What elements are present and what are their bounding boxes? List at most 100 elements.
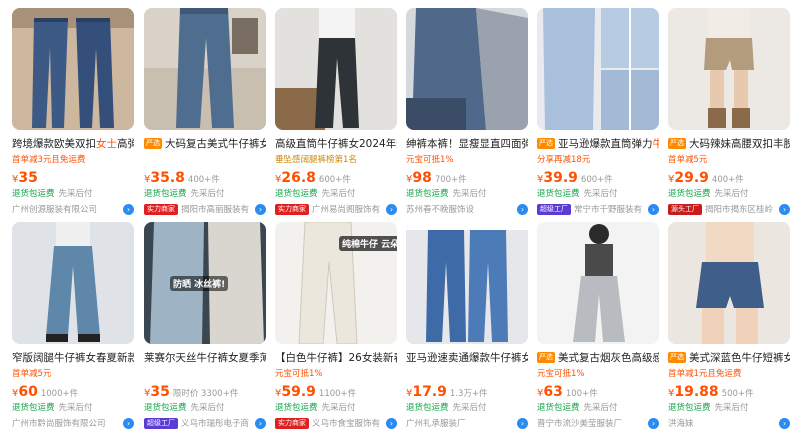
- price-row: ¥26.8 600+件: [275, 170, 351, 186]
- product-title[interactable]: 绅裤本裤！显瘦显直四面弹: [406, 136, 528, 152]
- more-icon[interactable]: ›: [386, 418, 397, 429]
- service-row: 退货包运费 先采后付: [668, 403, 749, 413]
- promo-text: 分享再减18元: [537, 155, 591, 165]
- shop-badge: 超级工厂: [144, 418, 178, 429]
- product-card[interactable]: 纯棉牛仔 云朵裤 【白色牛仔裤】26女装新春 元宝可抵1% ¥59.91100+…: [275, 222, 397, 430]
- product-image[interactable]: [668, 8, 790, 130]
- product-title[interactable]: 严选 美式深蓝色牛仔短裤女: [668, 350, 790, 366]
- more-icon[interactable]: ›: [648, 204, 659, 215]
- shop-row[interactable]: 广州创源服装有限公司: [12, 204, 134, 216]
- product-image[interactable]: [537, 8, 659, 130]
- price: 19.88: [674, 384, 719, 400]
- product-image[interactable]: [275, 8, 397, 130]
- more-icon[interactable]: ›: [648, 418, 659, 429]
- shop-row[interactable]: 苏州春不晚服饰设: [406, 204, 528, 216]
- shop-name: 广州礼承服装厂: [406, 419, 466, 429]
- service-row: 退货包运费 先采后付: [12, 189, 93, 199]
- shop-badge: 实力商家: [275, 204, 309, 215]
- product-card[interactable]: 严选 大码复古美式牛仔裤女 ¥35.8 400+件 退货包运费 先采后付 实力商家 揭阳…: [144, 8, 266, 216]
- product-image[interactable]: [12, 8, 134, 130]
- price-row: ¥35: [12, 170, 38, 186]
- sold-count: 500+件: [721, 389, 754, 399]
- product-image[interactable]: [406, 8, 528, 130]
- product-image[interactable]: [12, 222, 134, 344]
- shop-row[interactable]: 超级工厂 义乌市瑞彤电子商: [144, 418, 266, 430]
- product-title[interactable]: 窄版阔腿牛仔裤女春夏新款: [12, 350, 134, 366]
- product-card[interactable]: 亚马逊速卖通爆款牛仔裤女 ¥17.9 1.3万+件 退货包运费 先采后付 广州礼承服…: [406, 222, 528, 430]
- product-card[interactable]: 严选 美式复古烟灰色高级感 元宝可抵1% ¥63 100+件 退货包运费 先采后付 晋…: [537, 222, 659, 430]
- sold-count: 400+件: [187, 175, 220, 185]
- product-title[interactable]: 严选 大码复古美式牛仔裤女: [144, 136, 266, 152]
- product-card[interactable]: 严选 大码辣妹高腰双扣丰腴 首单减5元 ¥29.9 400+件 退货包运费 先采后付 …: [668, 8, 790, 216]
- more-icon[interactable]: ›: [123, 418, 134, 429]
- shop-row[interactable]: 实力商家 义乌市食宝服饰有: [275, 418, 397, 430]
- product-card[interactable]: 防晒 冰丝裤! 莱赛尔天丝牛仔裤女夏季薄 ¥35 限时价 3300+件 退货包运费…: [144, 222, 266, 430]
- more-icon[interactable]: ›: [255, 418, 266, 429]
- product-card[interactable]: 窄版阔腿牛仔裤女春夏新款 首单减5元 ¥60 1000+件 退货包运费 先采后付 广…: [12, 222, 134, 430]
- product-image[interactable]: [144, 8, 266, 130]
- tag-badge: 严选: [668, 138, 686, 149]
- product-card[interactable]: 高级直筒牛仔裤女2024年爆 垂坠感阔腿裤榜第1名 ¥26.8 600+件 退货包…: [275, 8, 397, 216]
- shop-row[interactable]: 源头工厂 揭阳市揭东区桂岭: [668, 204, 790, 216]
- shop-badge: 实力商家: [144, 204, 178, 215]
- price-row: ¥63 100+件: [537, 384, 598, 400]
- product-card[interactable]: 严选 亚马逊爆款直筒弹力牛 分享再减18元 ¥39.9 600+件 退货包运费 先采后…: [537, 8, 659, 216]
- more-icon[interactable]: ›: [255, 204, 266, 215]
- product-title[interactable]: 严选 美式复古烟灰色高级感: [537, 350, 659, 366]
- price: 98: [412, 170, 432, 186]
- price: 17.9: [412, 384, 447, 400]
- product-image[interactable]: 纯棉牛仔 云朵裤: [275, 222, 397, 344]
- service-row: 退货包运费 先采后付: [537, 403, 618, 413]
- shop-name: 揭阳市揭东区桂岭: [705, 205, 774, 215]
- product-image[interactable]: [668, 222, 790, 344]
- shop-row[interactable]: 实力商家 广州易尚阁服饰有: [275, 204, 397, 216]
- product-image[interactable]: [406, 222, 528, 344]
- product-card[interactable]: 跨境爆款欧美双扣女士高弹 首单减3元且免运费 ¥35 退货包运费 先采后付 广州创…: [12, 8, 134, 216]
- product-title[interactable]: 亚马逊速卖通爆款牛仔裤女: [406, 350, 528, 366]
- product-title[interactable]: 严选 大码辣妹高腰双扣丰腴: [668, 136, 790, 152]
- product-card[interactable]: 绅裤本裤！显瘦显直四面弹 元宝可抵1% ¥98 700+件 退货包运费 先采后付 苏…: [406, 8, 528, 216]
- shop-row[interactable]: 实力商家 揭阳市高丽服装有: [144, 204, 266, 216]
- product-grid: 跨境爆款欧美双扣女士高弹 首单减3元且免运费 ¥35 退货包运费 先采后付 广州创…: [0, 0, 800, 434]
- service-row: 退货包运费 先采后付: [275, 189, 356, 199]
- tag-badge: 严选: [144, 138, 162, 149]
- promo-text: 元宝可抵1%: [406, 155, 454, 165]
- promo-text: 元宝可抵1%: [275, 369, 323, 379]
- sold-count: 1000+件: [40, 389, 79, 399]
- product-title[interactable]: 【白色牛仔裤】26女装新春: [275, 350, 397, 366]
- shop-row[interactable]: 洪海妹: [668, 418, 790, 430]
- shop-name: 常宁市千野服装有: [574, 205, 643, 215]
- image-caption: 纯棉牛仔 云朵裤: [339, 236, 397, 251]
- more-icon[interactable]: ›: [517, 204, 528, 215]
- promo-text: [144, 368, 266, 381]
- more-icon[interactable]: ›: [386, 204, 397, 215]
- product-title[interactable]: 高级直筒牛仔裤女2024年爆: [275, 136, 397, 152]
- product-image[interactable]: 防晒 冰丝裤!: [144, 222, 266, 344]
- product-title[interactable]: 莱赛尔天丝牛仔裤女夏季薄: [144, 350, 266, 366]
- more-icon[interactable]: ›: [517, 418, 528, 429]
- tag-badge: 严选: [668, 352, 686, 363]
- sold-count: 限时价 3300+件: [172, 389, 239, 399]
- more-icon[interactable]: ›: [123, 204, 134, 215]
- product-card[interactable]: 严选 美式深蓝色牛仔短裤女 首单减1元且免运费 ¥19.88 500+件 退货包运费…: [668, 222, 790, 430]
- sold-count: 600+件: [318, 175, 351, 185]
- price: 35: [18, 170, 38, 186]
- promo-text: 首单减5元: [12, 369, 52, 379]
- shop-row[interactable]: 超级工厂 常宁市千野服装有: [537, 204, 659, 216]
- shop-name: 广州创源服装有限公司: [12, 205, 98, 215]
- shop-row[interactable]: 广州礼承服装厂: [406, 418, 528, 430]
- tag-badge: 严选: [537, 138, 555, 149]
- shop-row[interactable]: 晋宁市流沙美莹服装厂: [537, 418, 659, 430]
- tag-badge: 严选: [537, 352, 555, 363]
- shop-name: 揭阳市高丽服装有: [181, 205, 250, 215]
- shop-name: 洪海妹: [668, 419, 694, 429]
- more-icon[interactable]: ›: [779, 418, 790, 429]
- promo-text: 首单减1元且免运费: [668, 369, 742, 379]
- shop-row[interactable]: 广州市黔尚服饰有限公司: [12, 418, 134, 430]
- product-image[interactable]: [537, 222, 659, 344]
- promo-text: 首单减5元: [668, 155, 708, 165]
- more-icon[interactable]: ›: [779, 204, 790, 215]
- product-title[interactable]: 严选 亚马逊爆款直筒弹力牛: [537, 136, 659, 152]
- shop-badge: 实力商家: [275, 418, 309, 429]
- product-title[interactable]: 跨境爆款欧美双扣女士高弹: [12, 136, 134, 152]
